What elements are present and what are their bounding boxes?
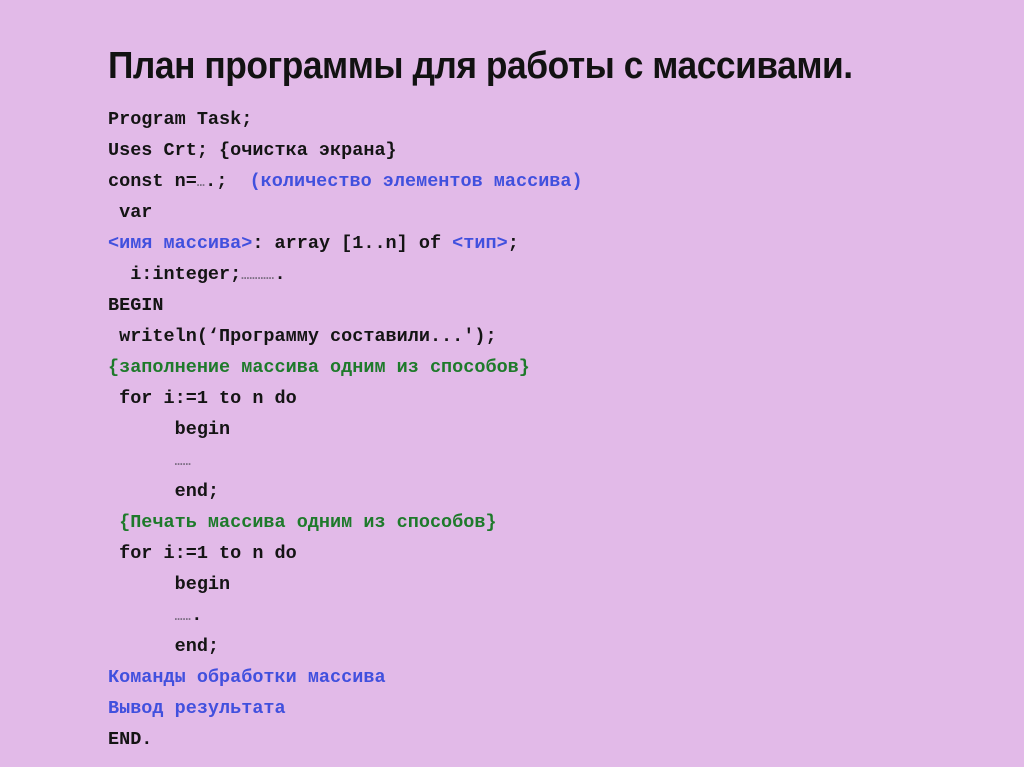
line-dots-fill: …… <box>108 445 988 476</box>
line-end-print: end; <box>108 631 988 662</box>
code-token-plain: var <box>108 202 153 223</box>
code-token-plain: begin <box>108 574 231 595</box>
line-begin-fill: begin <box>108 414 988 445</box>
code-token-plain: Program Task; <box>108 109 253 130</box>
line-commands: Команды обработки массива <box>108 662 988 693</box>
line-end-fill: end; <box>108 476 988 507</box>
pascal-code-block: Program Task; Uses Crt; {очистка экрана} c… <box>108 104 988 755</box>
code-token-blue: <тип> <box>452 233 508 254</box>
code-token-plain: . <box>191 605 203 626</box>
code-token-dots: ………… <box>241 268 275 283</box>
code-token-plain: .; <box>205 171 250 192</box>
code-token-dots: …… <box>174 454 192 469</box>
code-token-green: {заполнение массива одним из способов} <box>108 357 530 378</box>
line-for-print: for i:=1 to n do <box>108 538 988 569</box>
code-token-plain: : array [1..n] of <box>252 233 453 254</box>
code-token-blue: Вывод результата <box>108 698 286 719</box>
code-token-dots: …… <box>174 609 192 624</box>
line-writeln: writeln(‘Программу составили...'); <box>108 321 988 352</box>
line-uses: Uses Crt; {очистка экрана} <box>108 135 988 166</box>
line-i-integer: i:integer;…………. <box>108 259 988 290</box>
code-token-plain: ; <box>507 233 519 254</box>
line-dots-print: ……. <box>108 600 988 631</box>
line-begin-main: BEGIN <box>108 290 988 321</box>
code-token-plain: end; <box>108 636 220 657</box>
code-token-plain: . <box>274 264 286 285</box>
code-token-plain: for i:=1 to n do <box>108 388 297 409</box>
code-token-plain: END. <box>108 729 153 750</box>
line-begin-print: begin <box>108 569 988 600</box>
code-token-plain: for i:=1 to n do <box>108 543 297 564</box>
code-token-green: {Печать массива одним из способов} <box>108 512 497 533</box>
code-token-plain: Uses Crt; {очистка экрана} <box>108 140 397 161</box>
code-token-plain: end; <box>108 481 220 502</box>
code-token-blue: <имя массива> <box>108 233 253 254</box>
page-title: План программы для работы с массивами. <box>108 45 853 87</box>
code-token-plain: writeln(‘Программу составили...'); <box>108 326 497 347</box>
line-end-program: END. <box>108 724 988 755</box>
line-output: Вывод результата <box>108 693 988 724</box>
line-comment-fill: {заполнение массива одним из способов} <box>108 352 988 383</box>
line-const: const n=….; (количество элементов массив… <box>108 166 988 197</box>
line-comment-print: {Печать массива одним из способов} <box>108 507 988 538</box>
code-token-plain: i:integer; <box>108 264 242 285</box>
slide-canvas: План программы для работы с массивами. P… <box>0 0 1024 767</box>
line-for-fill: for i:=1 to n do <box>108 383 988 414</box>
code-token-plain: BEGIN <box>108 295 164 316</box>
code-token-blue: (количество элементов массива) <box>249 171 583 192</box>
code-token-plain: const n= <box>108 171 197 192</box>
code-token-plain: begin <box>108 419 231 440</box>
line-array-decl: <имя массива>: array [1..n] of <тип>; <box>108 228 988 259</box>
code-token-blue: Команды обработки массива <box>108 667 386 688</box>
code-token-dots: … <box>196 175 206 190</box>
line-program: Program Task; <box>108 104 988 135</box>
line-var: var <box>108 197 988 228</box>
